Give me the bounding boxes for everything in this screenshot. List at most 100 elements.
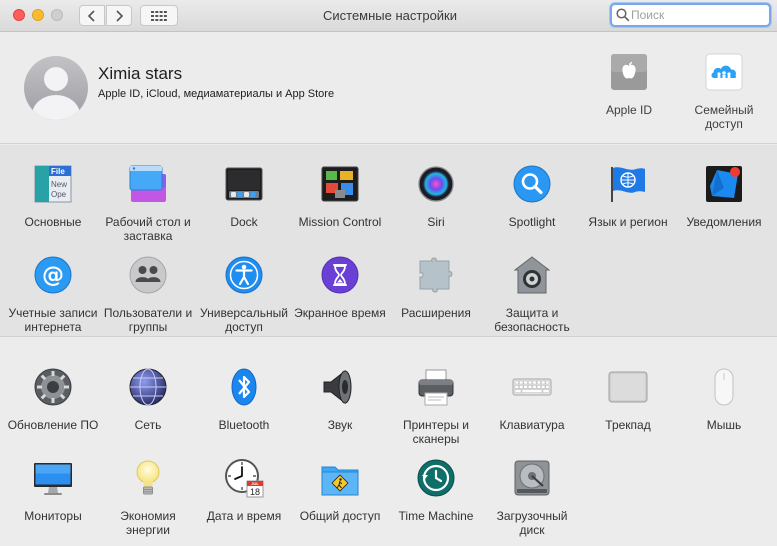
apple-id-pref[interactable]: Apple ID — [589, 53, 669, 117]
keyboard-icon — [512, 367, 552, 407]
chevron-right-icon — [116, 9, 124, 22]
account-header: Ximia stars Apple ID, iCloud, медиаматер… — [0, 33, 777, 144]
pref-label: Spotlight — [508, 215, 556, 229]
security-privacy-icon — [512, 255, 552, 295]
pref-general[interactable]: File New Ope Основные — [5, 164, 101, 229]
pref-label: Рабочий стол и заставка — [105, 215, 191, 243]
apple-icon — [610, 53, 648, 91]
pref-label: Принтеры и сканеры — [403, 418, 469, 446]
zoom-window-button[interactable] — [51, 9, 63, 21]
svg-text:@: @ — [42, 263, 64, 288]
pref-extensions[interactable]: Расширения — [388, 255, 484, 320]
grid-icon — [151, 10, 167, 21]
internet-accounts-icon: @ — [33, 255, 73, 295]
pref-label: Siri — [427, 215, 445, 229]
printers-scanners-icon — [416, 367, 456, 407]
forward-button[interactable] — [106, 5, 132, 26]
pref-time-machine[interactable]: Time Machine — [388, 458, 484, 523]
pref-notifications[interactable]: Уведомления — [676, 164, 772, 229]
pref-label: Мышь — [706, 418, 742, 432]
pref-internet-accounts[interactable]: @ Учетные записи интернета — [5, 255, 101, 334]
pref-trackpad[interactable]: Трекпад — [580, 367, 676, 432]
window-title: Системные настройки — [322, 8, 458, 23]
pref-label: Защита и безопасность — [494, 306, 570, 334]
desktop-screensaver-icon — [128, 164, 168, 204]
pref-label: Универсальный доступ — [200, 306, 288, 334]
minimize-window-button[interactable] — [32, 9, 44, 21]
pref-label: Мониторы — [24, 509, 82, 523]
pref-spotlight[interactable]: Spotlight — [484, 164, 580, 229]
pref-label: Пользователи и группы — [103, 306, 193, 334]
pref-users-groups[interactable]: Пользователи и группы — [100, 255, 196, 334]
pref-keyboard[interactable]: Клавиатура — [484, 367, 580, 432]
pref-energy-saver[interactable]: Экономия энергии — [100, 458, 196, 537]
network-icon — [128, 367, 168, 407]
pref-bluetooth[interactable]: Bluetooth — [196, 367, 292, 432]
pref-label: Dock — [230, 215, 258, 229]
accessibility-icon — [224, 255, 264, 295]
pref-screen-time[interactable]: Экранное время — [292, 255, 388, 320]
pref-mouse[interactable]: Мышь — [676, 367, 772, 432]
sharing-icon — [320, 458, 360, 498]
calendar-month: JUL — [251, 481, 259, 486]
pref-label: Экранное время — [294, 306, 386, 320]
pref-date-time[interactable]: JUL 18 Дата и время — [196, 458, 292, 523]
pref-label: Расширения — [401, 306, 471, 320]
family-sharing-label: Семейный доступ — [694, 103, 754, 131]
search-placeholder: Поиск — [631, 8, 665, 22]
pref-network[interactable]: Сеть — [100, 367, 196, 432]
pref-software-update[interactable]: Обновление ПО — [5, 367, 101, 432]
screen-time-icon — [320, 255, 360, 295]
pref-accessibility[interactable]: Универсальный доступ — [196, 255, 292, 334]
back-button[interactable] — [79, 5, 105, 26]
pref-label: Time Machine — [398, 509, 474, 523]
search-icon — [616, 8, 630, 22]
pref-label: Учетные записи интернета — [8, 306, 98, 334]
notifications-icon — [704, 164, 744, 204]
pref-label: Загрузочный диск — [496, 509, 568, 537]
mouse-icon — [704, 367, 744, 407]
hardware-prefs-section: Обновление ПО Сеть Bluetooth Звук Принте… — [0, 338, 777, 546]
siri-icon — [416, 164, 456, 204]
user-name: Ximia stars — [98, 64, 183, 83]
pref-startup-disk[interactable]: Загрузочный диск — [484, 458, 580, 537]
pref-language-region[interactable]: Язык и регион — [580, 164, 676, 229]
pref-label: Звук — [327, 418, 353, 432]
displays-icon — [33, 458, 73, 498]
user-avatar[interactable] — [24, 56, 88, 120]
pref-mission-control[interactable]: Mission Control — [292, 164, 388, 229]
pref-security-privacy[interactable]: Защита и безопасность — [484, 255, 580, 334]
pref-siri[interactable]: Siri — [388, 164, 484, 229]
pref-label: Общий доступ — [299, 509, 381, 523]
search-field[interactable]: Поиск — [610, 3, 771, 27]
sound-icon — [320, 367, 360, 407]
family-sharing-pref[interactable]: Семейный доступ — [684, 53, 764, 131]
pref-label: Основные — [24, 215, 82, 229]
startup-disk-icon — [512, 458, 552, 498]
apple-id-label: Apple ID — [605, 103, 653, 117]
pref-desktop-screensaver[interactable]: Рабочий стол и заставка — [100, 164, 196, 243]
svg-text:Ope: Ope — [51, 190, 67, 199]
pref-sound[interactable]: Звук — [292, 367, 388, 432]
pref-printers-scanners[interactable]: Принтеры и сканеры — [388, 367, 484, 446]
family-sharing-icon — [705, 53, 743, 91]
mission-control-icon — [320, 164, 360, 204]
extensions-icon — [416, 255, 456, 295]
user-subtitle: Apple ID, iCloud, медиаматериалы и App S… — [98, 88, 335, 100]
close-window-button[interactable] — [13, 9, 25, 21]
chevron-left-icon — [87, 9, 95, 22]
software-update-icon — [33, 367, 73, 407]
pref-label: Mission Control — [298, 215, 382, 229]
energy-saver-icon — [128, 458, 168, 498]
pref-label: Уведомления — [686, 215, 762, 229]
pref-label: Экономия энергии — [120, 509, 176, 537]
pref-displays[interactable]: Мониторы — [5, 458, 101, 523]
spotlight-icon — [512, 164, 552, 204]
pref-sharing[interactable]: Общий доступ — [292, 458, 388, 523]
pref-label: Обновление ПО — [7, 418, 99, 432]
pref-dock[interactable]: Dock — [196, 164, 292, 229]
calendar-day: 18 — [250, 487, 260, 497]
pref-label: Сеть — [134, 418, 162, 432]
show-all-button[interactable] — [140, 5, 178, 26]
bluetooth-icon — [224, 367, 264, 407]
